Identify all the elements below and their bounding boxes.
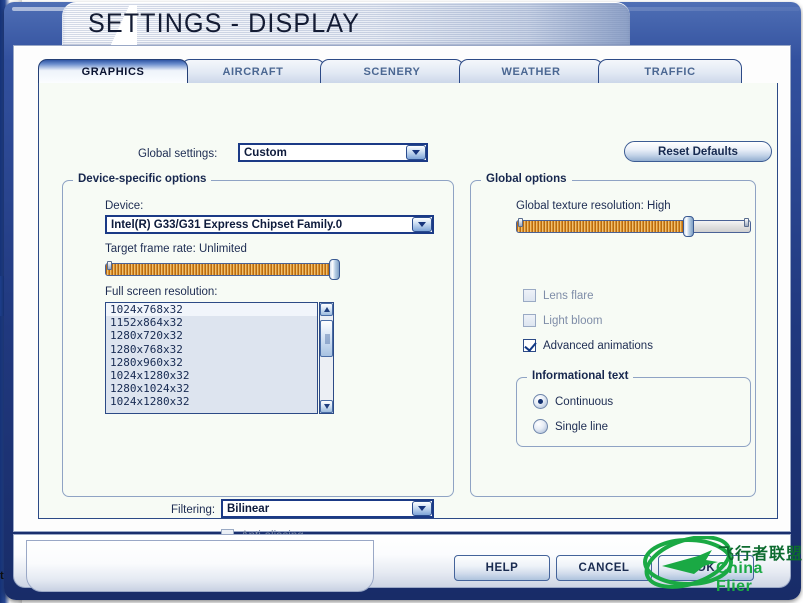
ok-button-label: OK: [696, 562, 716, 574]
filtering-value: Bilinear: [227, 502, 270, 515]
cancel-button-label: CANCEL: [578, 562, 630, 574]
advanced-animations-checkbox-row[interactable]: Advanced animations: [523, 339, 653, 352]
global-settings-value: Custom: [244, 146, 287, 159]
resolution-listbox[interactable]: 1024x768x32 1152x864x32 1280x720x32 1280…: [105, 302, 318, 414]
target-frame-rate-slider[interactable]: [105, 259, 340, 280]
slider-endcap-left: [518, 218, 523, 227]
global-options-group-title: Global options: [481, 173, 572, 185]
tab-graphics-label: GRAPHICS: [81, 66, 145, 78]
full-screen-resolution-label: Full screen resolution:: [105, 286, 218, 298]
lens-flare-checkbox-row[interactable]: Lens flare: [523, 289, 594, 302]
reset-defaults-label: Reset Defaults: [658, 145, 738, 158]
device-value: Intel(R) G33/G31 Express Chipset Family.…: [111, 218, 343, 231]
single-line-label: Single line: [555, 420, 609, 433]
slider-fill: [106, 264, 332, 275]
slider-thumb[interactable]: [683, 216, 694, 237]
global-texture-resolution-label: Global texture resolution: High: [516, 200, 671, 212]
chevron-down-icon[interactable]: [406, 145, 426, 160]
page-title: SETTINGS - DISPLAY: [88, 8, 361, 38]
global-options-group: Global options Global texture resolution…: [470, 173, 756, 497]
list-item[interactable]: 1280x960x32: [106, 356, 317, 369]
help-button[interactable]: HELP: [454, 555, 550, 581]
tab-weather-label: WEATHER: [501, 66, 561, 78]
list-item[interactable]: 1024x1280x32: [106, 369, 317, 382]
help-button-label: HELP: [485, 562, 519, 574]
lens-flare-label: Lens flare: [543, 289, 594, 302]
scroll-down-button[interactable]: [320, 400, 333, 413]
filtering-combo[interactable]: Bilinear: [221, 499, 434, 518]
slider-track: [516, 220, 751, 233]
tab-scenery-label: SCENERY: [363, 66, 421, 78]
device-specific-group-title: Device-specific options: [73, 173, 212, 185]
list-item[interactable]: 1280x720x32: [106, 329, 317, 342]
global-settings-label: Global settings:: [138, 148, 218, 160]
tab-aircraft[interactable]: AIRCRAFT: [181, 59, 325, 83]
tab-traffic[interactable]: TRAFFIC: [598, 59, 742, 83]
screen-root: ts SETTINGS - DISPLAY GRAPHICS AIRCRAFT …: [0, 0, 803, 603]
chevron-down-icon[interactable]: [412, 217, 432, 232]
bottom-left-tab: [26, 540, 374, 592]
global-texture-resolution-slider[interactable]: [516, 216, 751, 237]
ok-button[interactable]: OK: [658, 555, 754, 581]
lens-flare-checkbox[interactable]: [523, 289, 536, 302]
list-item[interactable]: 1152x864x32: [106, 316, 317, 329]
continuous-label: Continuous: [555, 395, 614, 408]
tab-graphics[interactable]: GRAPHICS: [38, 59, 188, 83]
light-bloom-label: Light bloom: [543, 314, 603, 327]
informational-text-group-title: Informational text: [527, 370, 634, 382]
cancel-button[interactable]: CANCEL: [556, 555, 652, 581]
single-line-radio[interactable]: [533, 419, 548, 434]
device-specific-group: Device-specific options Device: Intel(R)…: [62, 173, 454, 542]
radio-continuous-row[interactable]: Continuous: [533, 394, 613, 409]
dialog-page: GRAPHICS AIRCRAFT SCENERY WEATHER TRAFFI…: [13, 45, 791, 542]
tab-traffic-label: TRAFFIC: [644, 66, 696, 78]
advanced-animations-label: Advanced animations: [543, 339, 653, 352]
graphics-panel: Global settings: Custom Reset Defaults D…: [38, 83, 778, 542]
filtering-label: Filtering:: [171, 504, 216, 516]
continuous-radio[interactable]: [533, 394, 548, 409]
resolution-scrollbar[interactable]: [319, 302, 334, 414]
tab-aircraft-label: AIRCRAFT: [222, 66, 284, 78]
slider-endcap-right: [744, 218, 749, 227]
advanced-animations-checkbox[interactable]: [523, 339, 536, 352]
list-item[interactable]: 1280x1024x32: [106, 382, 317, 395]
scroll-up-button[interactable]: [320, 303, 333, 316]
device-combo[interactable]: Intel(R) G33/G31 Express Chipset Family.…: [105, 215, 434, 234]
reset-defaults-button[interactable]: Reset Defaults: [624, 141, 772, 162]
slider-endcap-left: [107, 261, 112, 270]
light-bloom-checkbox-row[interactable]: Light bloom: [523, 314, 602, 327]
list-item[interactable]: 1280x768x32: [106, 343, 317, 356]
light-bloom-checkbox[interactable]: [523, 314, 536, 327]
slider-fill: [517, 221, 690, 232]
device-label: Device:: [105, 200, 144, 212]
radio-single-line-row[interactable]: Single line: [533, 419, 608, 434]
global-settings-combo[interactable]: Custom: [238, 143, 428, 162]
list-item[interactable]: 1024x1280x32: [106, 395, 317, 408]
tab-scenery[interactable]: SCENERY: [320, 59, 464, 83]
informational-text-group: Informational text Continuous Single lin…: [516, 370, 751, 447]
target-frame-rate-label: Target frame rate: Unlimited: [105, 243, 247, 255]
chevron-down-icon[interactable]: [412, 501, 432, 516]
scrollbar-thumb[interactable]: [320, 320, 333, 357]
slider-thumb[interactable]: [329, 259, 340, 280]
tab-bar: GRAPHICS AIRCRAFT SCENERY WEATHER TRAFFI…: [38, 59, 778, 83]
scrollbar-grip-icon: [325, 334, 330, 343]
slider-track: [105, 263, 340, 276]
tab-weather[interactable]: WEATHER: [459, 59, 603, 83]
list-item[interactable]: 1024x768x32: [106, 303, 317, 317]
